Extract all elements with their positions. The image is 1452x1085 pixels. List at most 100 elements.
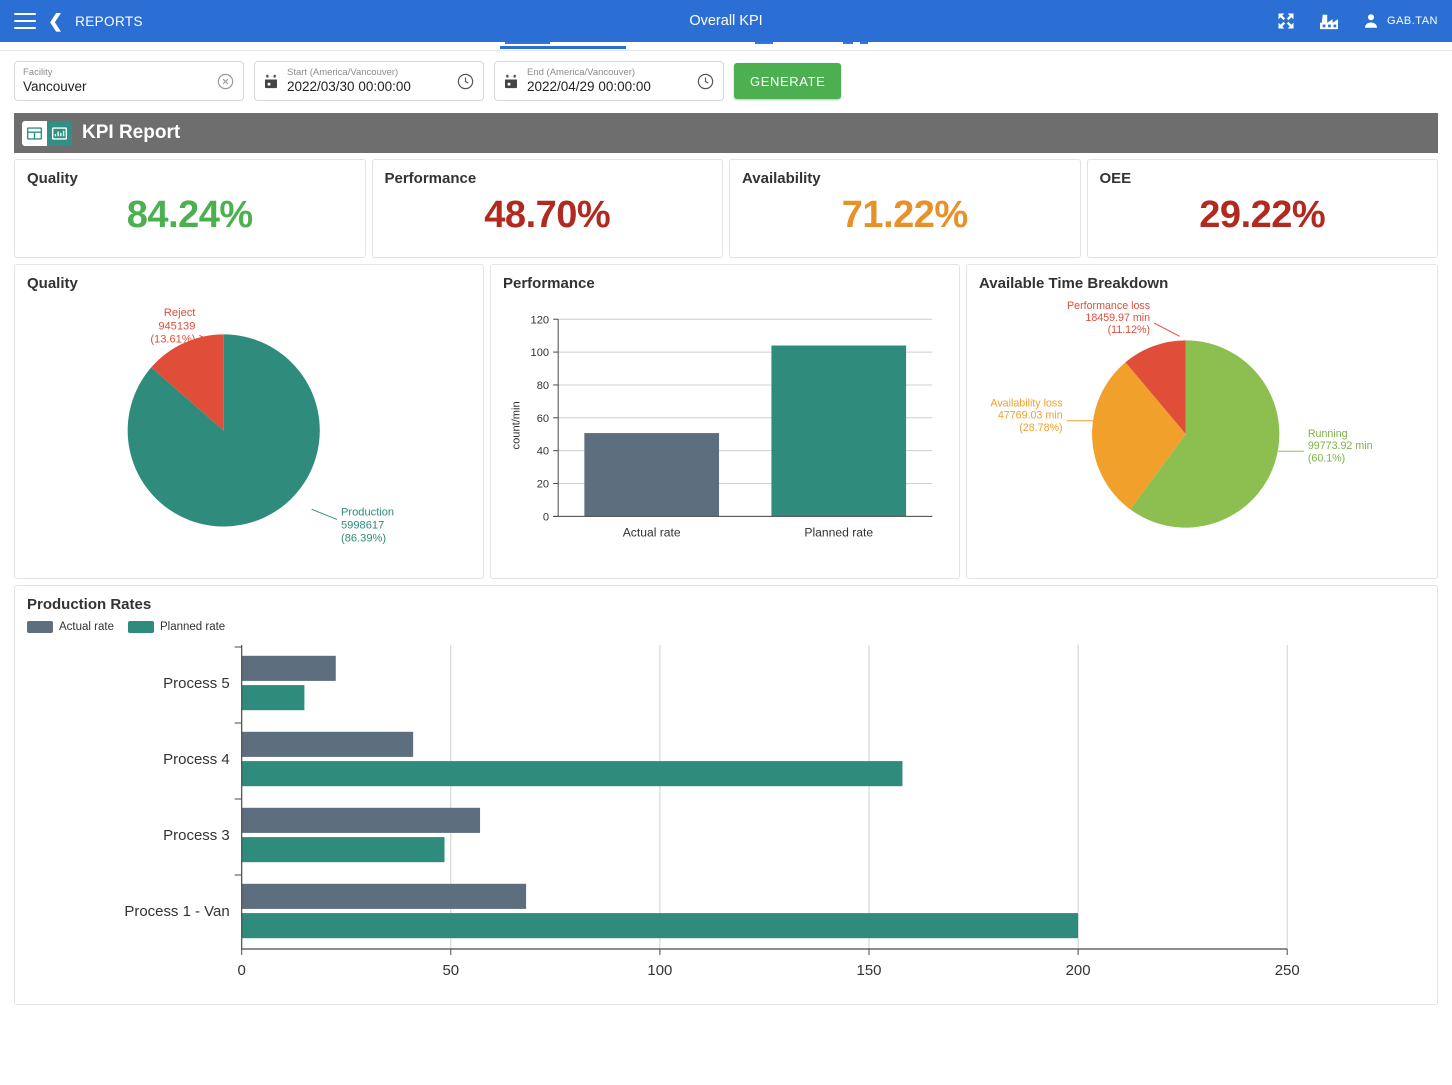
breakdown-pie-chart: Performance loss 18459.97 min (11.12%) A… bbox=[973, 299, 1431, 572]
facility-label: Facility bbox=[23, 66, 53, 78]
breakdown-pie-svg: Performance loss 18459.97 min (11.12%) A… bbox=[990, 300, 1373, 528]
fullscreen-expand-icon[interactable] bbox=[1276, 11, 1296, 31]
svg-text:100: 100 bbox=[531, 347, 550, 359]
page-title: Overall KPI bbox=[689, 13, 763, 29]
y-axis-labels: Process 5 Process 4 Process 3 Process 1 - V… bbox=[124, 646, 242, 920]
clear-circle-icon[interactable] bbox=[216, 72, 235, 91]
calendar-icon[interactable] bbox=[263, 73, 279, 90]
legend-label: Actual rate bbox=[59, 621, 114, 633]
pie-label-availability-loss-line3: (28.78%) bbox=[1019, 422, 1062, 434]
svg-text:0: 0 bbox=[238, 962, 246, 979]
filter-bar: Facility Vancouver Start (America/Vancou… bbox=[0, 51, 1452, 113]
quality-pie-chart: Reject 945139 (13.61%) Production 599861… bbox=[21, 299, 477, 572]
y-axis-label: count/min bbox=[511, 401, 523, 449]
pie-label-production-line3: (86.39%) bbox=[341, 533, 386, 545]
tab-ghost-second[interactable] bbox=[755, 40, 773, 44]
panel-title: Available Time Breakdown bbox=[979, 275, 1169, 292]
pie-label-reject-line1: Reject bbox=[164, 307, 196, 319]
pie-label-availability-loss-line1: Availability loss bbox=[990, 397, 1062, 409]
tab-active-indicator bbox=[500, 46, 626, 49]
x-axis-ticks: 0 50 100 150 200 250 bbox=[238, 949, 1300, 979]
end-date-field[interactable]: End (America/Vancouver) 2022/04/29 00:00… bbox=[494, 61, 724, 101]
legend-item-planned: Planned rate bbox=[127, 621, 226, 633]
report-header: KPI Report bbox=[14, 113, 1438, 153]
panel-title: Performance bbox=[503, 275, 595, 292]
kpi-label: OEE bbox=[1099, 170, 1132, 187]
app-bar: ❮ REPORTS Overall KPI GAB.TAN bbox=[0, 0, 1452, 42]
kpi-label: Availability bbox=[742, 170, 821, 187]
production-bar-svg: Process 5 Process 4 Process 3 Process 1 - V… bbox=[124, 645, 1300, 979]
legend-item-actual: Actual rate bbox=[27, 621, 114, 633]
pie-label-running-line2: 99773.92 min bbox=[1308, 440, 1373, 452]
reports-back-link[interactable]: REPORTS bbox=[75, 14, 143, 29]
pie-label-performance-loss-line2: 18459.97 min bbox=[1085, 312, 1150, 324]
kpi-card-row: Quality 84.24% Performance 48.70% Availa… bbox=[14, 159, 1438, 258]
end-date-label: End (America/Vancouver) bbox=[527, 66, 636, 78]
facility-field[interactable]: Facility Vancouver bbox=[14, 61, 244, 101]
legend-label: Planned rate bbox=[159, 621, 226, 633]
chart-view-icon[interactable] bbox=[47, 120, 72, 146]
legend-swatch bbox=[127, 621, 154, 633]
svg-text:Process 3: Process 3 bbox=[163, 827, 230, 844]
pie-label-production-line1: Production bbox=[341, 506, 394, 518]
pie-label-production-line2: 5998617 bbox=[341, 520, 384, 532]
start-date-label: Start (America/Vancouver) bbox=[287, 66, 399, 78]
production-rates-chart: Process 5 Process 4 Process 3 Process 1 - V… bbox=[27, 637, 1425, 987]
kpi-value: 48.70% bbox=[484, 193, 611, 236]
kpi-value: 84.24% bbox=[126, 193, 253, 236]
view-toggle-group bbox=[22, 120, 72, 146]
clock-icon[interactable] bbox=[696, 72, 715, 91]
facility-texts: Facility Vancouver bbox=[23, 66, 208, 94]
kpi-card-performance: Performance 48.70% bbox=[371, 159, 723, 258]
start-date-value: 2022/03/30 00:00:00 bbox=[287, 78, 411, 94]
legend-swatch bbox=[27, 621, 53, 633]
svg-text:20: 20 bbox=[537, 479, 549, 491]
svg-text:60: 60 bbox=[537, 413, 549, 425]
generate-button[interactable]: GENERATE bbox=[734, 63, 842, 99]
leader-line-production bbox=[311, 508, 338, 520]
person-icon bbox=[1365, 14, 1378, 28]
chart-panels-row: Quality Reject 945139 (13.61%) Productio… bbox=[14, 264, 1438, 579]
svg-text:Process 1 - Van: Process 1 - Van bbox=[124, 903, 229, 920]
kpi-card-availability: Availability 71.22% bbox=[729, 159, 1081, 258]
panel-performance: Performance 0 20 40 60 80 100 120 Actual rate P… bbox=[490, 264, 960, 579]
svg-text:Process 5: Process 5 bbox=[163, 675, 230, 692]
kpi-label: Performance bbox=[384, 170, 477, 187]
pie-label-performance-loss-line3: (11.12%) bbox=[1108, 324, 1151, 336]
hamburger-menu-icon[interactable] bbox=[14, 13, 36, 29]
table-view-icon[interactable] bbox=[22, 120, 47, 146]
tab-ghost-fourth[interactable] bbox=[860, 40, 868, 44]
svg-text:Actual rate: Actual rate bbox=[623, 526, 681, 540]
pie-label-running-line1: Running bbox=[1308, 428, 1348, 440]
svg-text:0: 0 bbox=[543, 511, 549, 523]
kpi-card-oee: OEE 29.22% bbox=[1086, 159, 1438, 258]
svg-text:80: 80 bbox=[537, 380, 549, 392]
tab-ghost-active[interactable] bbox=[505, 40, 550, 44]
tab-ghost-third[interactable] bbox=[843, 40, 853, 44]
pie-label-availability-loss-line2: 47769.03 min bbox=[998, 410, 1063, 422]
performance-bar-chart: 0 20 40 60 80 100 120 Actual rate Planned rate … bbox=[497, 299, 953, 572]
start-date-field[interactable]: Start (America/Vancouver) 2022/03/30 00:… bbox=[254, 61, 484, 101]
panel-title: Production Rates bbox=[27, 596, 152, 613]
pie-label-reject-line2: 945139 bbox=[158, 320, 195, 332]
pie-label-reject-line3: (13.61%) bbox=[150, 333, 195, 345]
user-name: GAB.TAN bbox=[1387, 15, 1438, 27]
svg-text:40: 40 bbox=[537, 446, 549, 458]
svg-text:Planned rate: Planned rate bbox=[804, 526, 873, 540]
svg-text:50: 50 bbox=[442, 962, 459, 979]
kpi-card-quality: Quality 84.24% bbox=[14, 159, 366, 258]
factory-icon[interactable] bbox=[1318, 12, 1340, 30]
report-title: KPI Report bbox=[82, 122, 181, 143]
app-bar-right: GAB.TAN bbox=[1276, 11, 1438, 31]
panel-quality: Quality Reject 945139 (13.61%) Productio… bbox=[14, 264, 484, 579]
svg-text:250: 250 bbox=[1275, 962, 1300, 979]
x-axis-labels: Actual rate Planned rate bbox=[623, 526, 874, 540]
clock-icon[interactable] bbox=[456, 72, 475, 91]
chevron-left-icon[interactable]: ❮ bbox=[48, 12, 63, 30]
user-menu[interactable]: GAB.TAN bbox=[1362, 12, 1438, 30]
tab-strip bbox=[0, 40, 1452, 51]
kpi-label: Quality bbox=[27, 170, 78, 187]
svg-text:200: 200 bbox=[1066, 962, 1091, 979]
calendar-icon[interactable] bbox=[503, 73, 519, 90]
gridlines bbox=[450, 645, 1288, 949]
